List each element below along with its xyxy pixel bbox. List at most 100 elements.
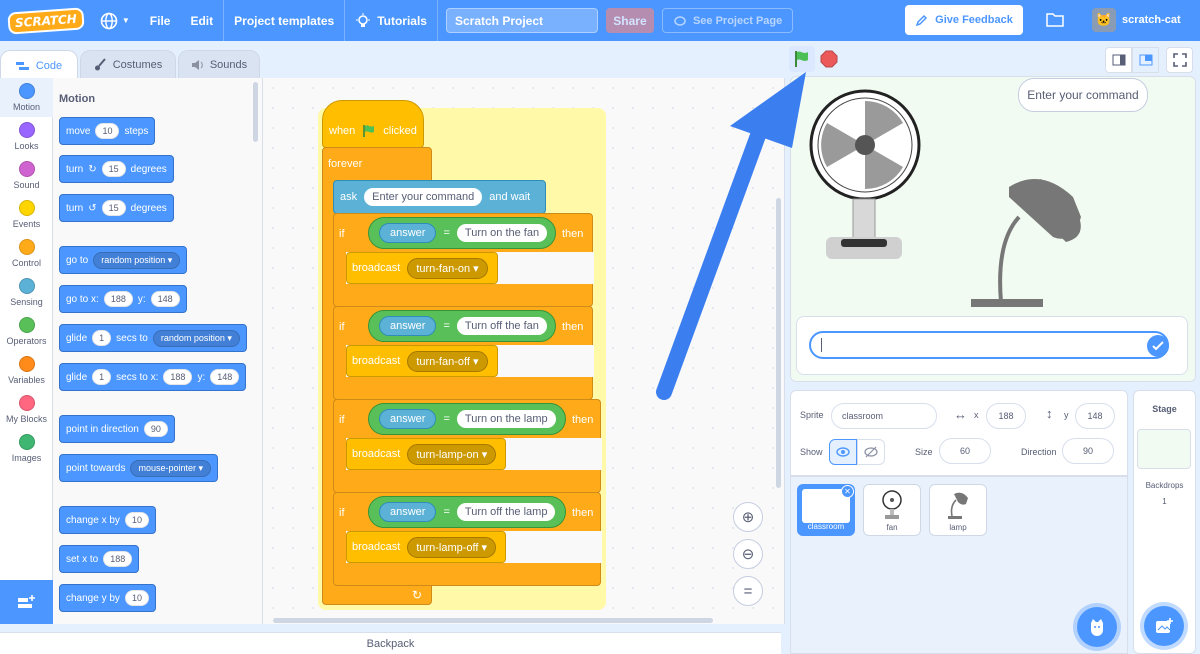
- broadcast-message-dropdown[interactable]: turn-fan-off ▾: [407, 350, 488, 372]
- number-input[interactable]: 1: [92, 369, 112, 385]
- category-control[interactable]: Control: [0, 234, 53, 273]
- file-menu[interactable]: File: [140, 0, 181, 41]
- go-to-dropdown[interactable]: random position ▾: [93, 251, 181, 269]
- number-input[interactable]: 15: [101, 200, 126, 216]
- block-move-steps[interactable]: move 10 steps: [59, 117, 156, 145]
- number-input[interactable]: 15: [101, 161, 126, 177]
- ask-text-input[interactable]: Enter your command: [364, 188, 483, 206]
- add-extension-button[interactable]: [0, 580, 53, 624]
- category-motion[interactable]: Motion: [0, 78, 53, 117]
- fullscreen-button[interactable]: [1166, 47, 1193, 73]
- category-looks[interactable]: Looks: [0, 117, 53, 156]
- zoom-reset-button[interactable]: =: [733, 576, 763, 606]
- language-menu[interactable]: ▼: [90, 0, 140, 41]
- block-glide-to-xy[interactable]: glide 1 secs to x: 188 y: 148: [59, 363, 247, 391]
- number-input[interactable]: 90: [143, 421, 168, 437]
- category-operators[interactable]: Operators: [0, 312, 53, 351]
- number-input[interactable]: 10: [124, 512, 149, 528]
- tab-sounds[interactable]: Sounds: [178, 50, 260, 78]
- share-button[interactable]: Share: [605, 8, 654, 33]
- if-then-block[interactable]: if answer = Turn on the lamp then broadc…: [333, 399, 602, 493]
- lamp-sprite[interactable]: [971, 179, 1081, 307]
- equals-operator[interactable]: answer = Turn off the lamp: [368, 496, 566, 528]
- stage-thumbnail[interactable]: [1137, 429, 1191, 469]
- ask-and-wait-block[interactable]: ask Enter your command and wait: [333, 180, 546, 214]
- category-sound[interactable]: Sound: [0, 156, 53, 195]
- give-feedback-button[interactable]: Give Feedback: [905, 5, 1023, 35]
- broadcast-message-dropdown[interactable]: turn-lamp-off ▾: [407, 536, 497, 558]
- block-turn-left[interactable]: turn ↺ 15 degrees: [59, 194, 174, 222]
- answer-reporter[interactable]: answer: [379, 502, 437, 522]
- equals-operator[interactable]: answer = Turn off the fan: [368, 310, 556, 342]
- choose-backdrop-button[interactable]: [1144, 606, 1184, 646]
- fan-sprite[interactable]: [809, 89, 921, 259]
- sprite-thumb-classroom[interactable]: classroom ✕: [797, 484, 855, 536]
- category-my-blocks[interactable]: My Blocks: [0, 390, 53, 429]
- answer-reporter[interactable]: answer: [379, 316, 437, 336]
- number-input[interactable]: 148: [150, 291, 180, 307]
- sprite-name-input[interactable]: classroom: [831, 403, 937, 429]
- x-position-input[interactable]: 188: [986, 403, 1026, 429]
- sprite-thumb-lamp[interactable]: lamp: [929, 484, 987, 536]
- block-go-to-xy[interactable]: go to x: 188 y: 148: [59, 285, 187, 313]
- palette-scrollbar[interactable]: [253, 82, 258, 142]
- category-sensing[interactable]: Sensing: [0, 273, 53, 312]
- broadcast-block[interactable]: broadcast turn-fan-on ▾: [346, 252, 498, 284]
- edit-menu[interactable]: Edit: [180, 0, 223, 41]
- small-stage-button[interactable]: [1105, 47, 1132, 73]
- project-title-input[interactable]: Scratch Project: [445, 8, 598, 33]
- compare-value-input[interactable]: Turn off the fan: [456, 317, 547, 335]
- number-input[interactable]: 188: [103, 291, 133, 307]
- my-stuff-folder[interactable]: [1046, 11, 1064, 30]
- block-go-to[interactable]: go to random position ▾: [59, 246, 188, 274]
- glide-dropdown[interactable]: random position ▾: [152, 329, 240, 347]
- broadcast-message-dropdown[interactable]: turn-lamp-on ▾: [407, 443, 497, 465]
- broadcast-block[interactable]: broadcast turn-fan-off ▾: [346, 345, 498, 377]
- broadcast-block[interactable]: broadcast turn-lamp-off ▾: [346, 531, 506, 563]
- if-then-block[interactable]: if answer = Turn off the lamp then broad…: [333, 492, 602, 586]
- tutorials-button[interactable]: Tutorials: [345, 0, 437, 41]
- category-images[interactable]: Images: [0, 429, 53, 468]
- answer-input[interactable]: [809, 331, 1169, 359]
- block-glide-to[interactable]: glide 1 secs to random position ▾: [59, 324, 247, 352]
- stage-target-panel[interactable]: Stage Backdrops 1: [1133, 390, 1196, 654]
- number-input[interactable]: 1: [92, 330, 112, 346]
- backpack[interactable]: Backpack: [0, 632, 781, 654]
- block-change-y[interactable]: change y by 10: [59, 584, 156, 612]
- number-input[interactable]: 188: [163, 369, 193, 385]
- point-towards-dropdown[interactable]: mouse-pointer ▾: [130, 459, 212, 477]
- broadcast-message-dropdown[interactable]: turn-fan-on ▾: [407, 257, 488, 279]
- see-project-page-button[interactable]: See Project Page: [661, 8, 794, 33]
- equals-operator[interactable]: answer = Turn on the fan: [368, 217, 556, 249]
- block-point-in-direction[interactable]: point in direction 90: [59, 415, 175, 443]
- answer-reporter[interactable]: answer: [379, 223, 437, 243]
- account-menu[interactable]: 🐱 scratch-cat: [1092, 8, 1181, 32]
- zoom-out-button[interactable]: ⊖: [733, 539, 763, 569]
- delete-sprite-button[interactable]: ✕: [841, 485, 854, 498]
- zoom-in-button[interactable]: ⊕: [733, 502, 763, 532]
- if-then-block[interactable]: if answer = Turn off the fan then broadc…: [333, 306, 594, 400]
- normal-stage-button[interactable]: [1132, 47, 1159, 73]
- when-flag-clicked-block[interactable]: when clicked: [322, 100, 424, 148]
- tab-costumes[interactable]: Costumes: [80, 50, 176, 78]
- number-input[interactable]: 148: [210, 369, 240, 385]
- tab-code[interactable]: Code: [0, 50, 78, 80]
- compare-value-input[interactable]: Turn on the fan: [456, 224, 548, 242]
- y-position-input[interactable]: 148: [1075, 403, 1115, 429]
- compare-value-input[interactable]: Turn on the lamp: [456, 410, 556, 428]
- number-input[interactable]: 188: [103, 551, 133, 567]
- category-variables[interactable]: Variables: [0, 351, 53, 390]
- equals-operator[interactable]: answer = Turn on the lamp: [368, 403, 566, 435]
- block-change-x[interactable]: change x by 10: [59, 506, 156, 534]
- scratch-logo[interactable]: SCRATCH: [7, 6, 85, 35]
- green-flag-button[interactable]: [789, 46, 815, 72]
- broadcast-block[interactable]: broadcast turn-lamp-on ▾: [346, 438, 506, 470]
- sprite-thumb-fan[interactable]: fan: [863, 484, 921, 536]
- code-scrollbar-vertical[interactable]: [776, 198, 781, 488]
- size-input[interactable]: 60: [939, 438, 991, 464]
- block-set-x[interactable]: set x to 188: [59, 545, 140, 573]
- category-events[interactable]: Events: [0, 195, 53, 234]
- stop-button[interactable]: [818, 48, 840, 70]
- direction-input[interactable]: 90: [1062, 438, 1114, 464]
- choose-sprite-button[interactable]: [1077, 607, 1117, 647]
